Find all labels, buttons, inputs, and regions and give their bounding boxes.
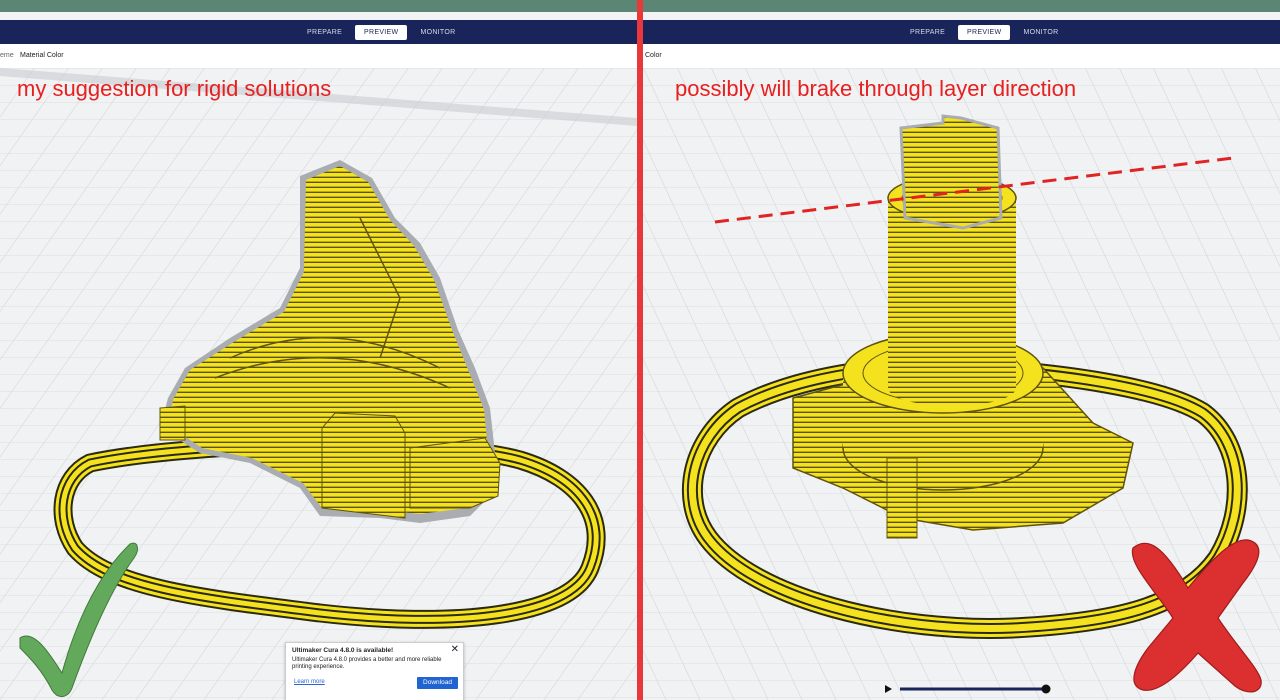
build-plate: [643, 68, 1280, 700]
tab-preview[interactable]: PREVIEW: [355, 24, 408, 40]
layer-slider-handle[interactable]: [1041, 684, 1051, 694]
view-settings-bar: Color: [643, 44, 1280, 69]
window-top-strip: [0, 0, 637, 12]
color-scheme-value[interactable]: Color: [645, 52, 662, 59]
layer-playback-bar: [885, 684, 1051, 694]
tab-monitor[interactable]: MONITOR: [411, 25, 464, 40]
right-viewport: PREPARE PREVIEW MONITOR Color possibly w…: [643, 0, 1280, 700]
download-button[interactable]: Download: [417, 677, 458, 689]
left-viewport: PREPARE PREVIEW MONITOR eme Material Col…: [0, 0, 637, 700]
header-bar: PREPARE PREVIEW MONITOR: [0, 20, 637, 44]
tab-monitor[interactable]: MONITOR: [1014, 25, 1067, 40]
view-settings-bar: eme Material Color: [0, 44, 637, 69]
learn-more-link[interactable]: Learn more: [294, 679, 325, 685]
update-notification: Ultimaker Cura 4.8.0 is available! ✕ Ult…: [285, 642, 464, 700]
close-icon[interactable]: ✕: [451, 644, 459, 655]
color-scheme-value[interactable]: Material Color: [20, 52, 64, 59]
notification-title: Ultimaker Cura 4.8.0 is available!: [292, 647, 394, 654]
stage-tabs: PREPARE PREVIEW MONITOR: [296, 20, 466, 44]
tab-prepare[interactable]: PREPARE: [298, 25, 351, 40]
tab-preview[interactable]: PREVIEW: [958, 24, 1011, 40]
annotation-right: possibly will brake through layer direct…: [675, 76, 1077, 101]
annotation-left: my suggestion for rigid solutions: [17, 76, 332, 101]
notification-body: Ultimaker Cura 4.8.0 provides a better a…: [292, 657, 442, 670]
tab-prepare[interactable]: PREPARE: [901, 25, 954, 40]
window-top-strip: [643, 0, 1280, 12]
stage-tabs: PREPARE PREVIEW MONITOR: [899, 20, 1069, 44]
play-icon[interactable]: [885, 685, 892, 693]
color-scheme-label: eme: [0, 52, 14, 59]
build-plate: [0, 68, 637, 700]
header-bar: PREPARE PREVIEW MONITOR: [643, 20, 1280, 44]
